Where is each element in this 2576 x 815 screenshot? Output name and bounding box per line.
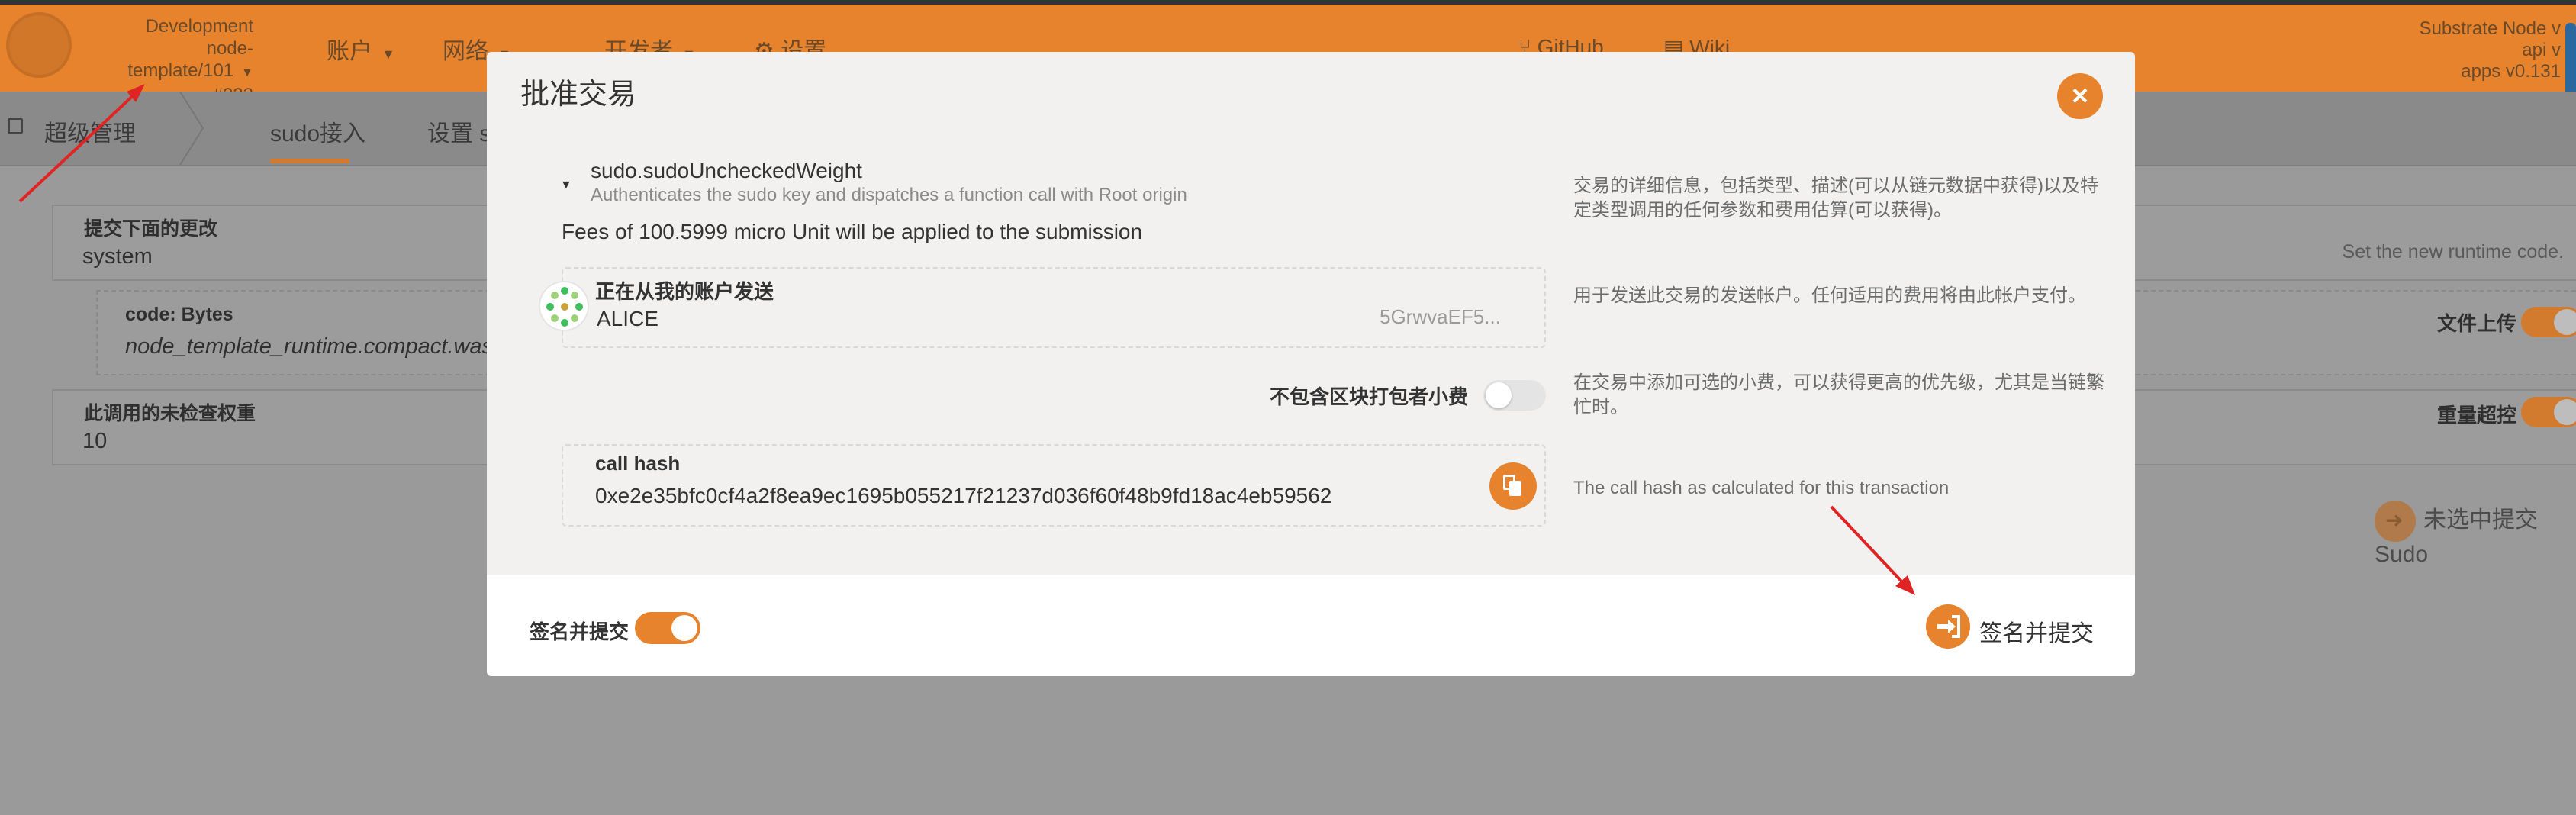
lock-icon <box>8 118 23 134</box>
approve-transaction-modal: 批准交易 × ▼ sudo.sudoUncheckedWeight Authen… <box>487 52 2135 676</box>
account-label: 正在从我的账户发送 <box>595 280 774 303</box>
call-name[interactable]: sudo.sudoUncheckedWeight <box>591 159 862 183</box>
chevron-down-icon[interactable]: ▼ <box>560 179 572 192</box>
nav-accounts[interactable]: 账户 ▼ <box>327 32 395 66</box>
sign-in-icon <box>1926 604 1970 649</box>
chain-name: Development <box>145 16 253 37</box>
call-hash-label: call hash <box>595 452 681 475</box>
account-identicon-icon <box>539 281 589 331</box>
help-hash: The call hash as calculated for this tra… <box>1573 478 1950 498</box>
sign-and-submit-toggle[interactable] <box>635 612 700 644</box>
close-button[interactable]: × <box>2057 73 2103 119</box>
code-help-text: Set the new runtime code. <box>2342 241 2564 263</box>
chevron-down-icon: ▼ <box>241 66 253 79</box>
sign-in-icon <box>2375 501 2416 543</box>
sign-toggle-label: 签名并提交 <box>530 620 630 643</box>
chain-runtime: node-template/101 <box>127 38 253 81</box>
tab-sudo[interactable]: sudo接入 <box>270 114 365 148</box>
modal-title: 批准交易 <box>520 79 637 111</box>
call-description: Authenticates the sudo key and dispatche… <box>591 185 1187 205</box>
breadcrumb-separator-icon <box>179 92 204 165</box>
help-call: 交易的详细信息，包括类型、描述(可以从链元数据中获得)以及特定类型调用的任何参数… <box>1573 176 2098 221</box>
active-tab-indicator <box>270 159 349 163</box>
section-title: 超级管理 <box>44 121 136 147</box>
submit-sudo-button[interactable]: 未选中提交Sudo <box>2375 501 2576 568</box>
tab-set-key[interactable]: 设置 s <box>427 114 491 148</box>
node-info: Substrate Node v api v apps v0.131 <box>2419 18 2561 82</box>
chevron-down-icon: ▼ <box>382 47 395 62</box>
help-account: 用于发送此交易的发送帐户。任何适用的费用将由此帐户支付。 <box>1573 285 2086 306</box>
account-name: ALICE <box>597 307 658 330</box>
account-address: 5GrwvaEF5... <box>1380 305 1501 328</box>
copy-icon[interactable] <box>1489 462 1537 510</box>
tip-toggle-label: 不包含区块打包者小费 <box>1269 385 1468 408</box>
fees-text: Fees of 100.5999 micro Unit will be appl… <box>562 220 1143 243</box>
override-toggle[interactable] <box>2521 397 2576 427</box>
chain-logo-icon[interactable] <box>6 12 72 78</box>
modal-footer: 签名并提交 签名并提交 <box>487 575 2135 676</box>
override-label: 重量超控 <box>2437 404 2517 427</box>
help-tip: 在交易中添加可选的小费，可以获得更高的优先级，尤其是当链繁忙时。 <box>1573 372 2104 417</box>
file-upload-label: 文件上传 <box>2437 312 2517 335</box>
file-upload-toggle[interactable] <box>2521 307 2576 337</box>
tip-toggle[interactable] <box>1483 380 1546 411</box>
call-hash-value[interactable]: 0xe2e35bfc0cf4a2f8ea9ec1695b055217f21237… <box>595 484 1331 508</box>
